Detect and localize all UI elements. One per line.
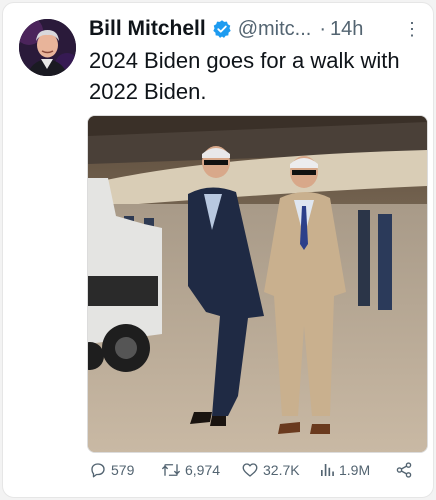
tweet-card[interactable]: Bill Mitchell @mitc... · 14h ⋮ 2024 Bide…	[2, 2, 434, 498]
heart-icon	[242, 463, 258, 477]
tweet-header: Bill Mitchell @mitc... · 14h ⋮	[89, 15, 423, 43]
reply-icon	[91, 463, 105, 478]
author-handle[interactable]: @mitc...	[238, 18, 312, 41]
separator-dot: ·	[319, 17, 326, 40]
tweet-text: 2024 Biden goes for a walk with 2022 Bid…	[89, 48, 400, 104]
verified-badge-icon	[212, 19, 232, 39]
views-count: 1.9M	[339, 462, 371, 478]
reply-count: 579	[111, 462, 135, 478]
views-button[interactable]: 1.9M	[319, 461, 370, 479]
share-icon	[396, 462, 412, 478]
retweet-count: 6,974	[185, 462, 221, 478]
tweet-actions: 579 6,974 32.7K 1.9M	[87, 461, 421, 485]
like-count: 32.7K	[263, 462, 300, 478]
author-name[interactable]: Bill Mitchell	[89, 17, 206, 41]
reply-button[interactable]: 579	[89, 461, 134, 479]
share-button[interactable]	[395, 461, 417, 479]
retweet-button[interactable]: 6,974	[161, 461, 220, 479]
views-icon	[321, 464, 334, 476]
avatar[interactable]	[19, 19, 76, 76]
timestamp[interactable]: 14h	[330, 18, 363, 41]
tweet-image[interactable]	[87, 115, 428, 453]
retweet-icon	[162, 464, 180, 476]
more-options-icon[interactable]: ⋮	[403, 19, 421, 40]
like-button[interactable]: 32.7K	[241, 461, 300, 479]
